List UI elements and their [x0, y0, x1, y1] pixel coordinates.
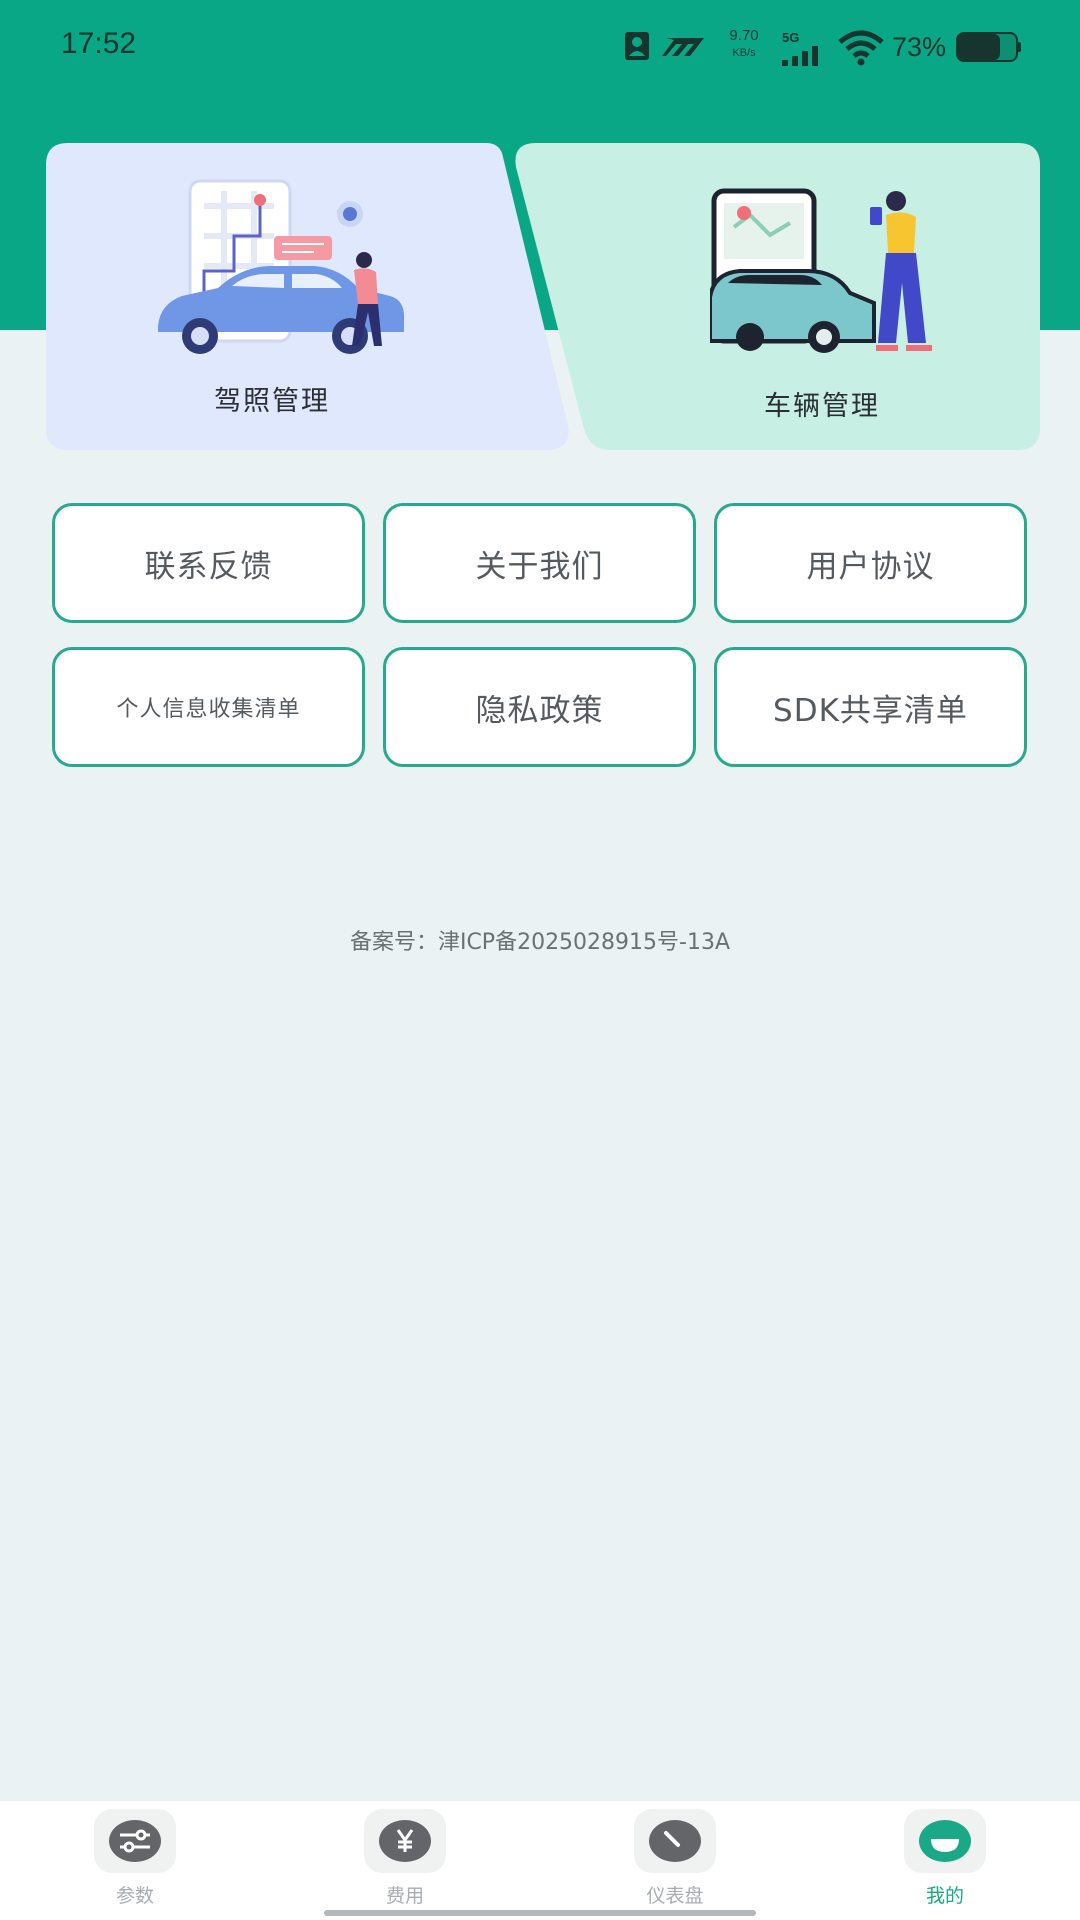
nav-item-params[interactable]: 参数: [75, 1801, 195, 1920]
network-speed: 9.70 KB/s: [716, 28, 772, 59]
bottom-nav: 参数 费用 仪表盘 我的: [0, 1801, 1080, 1920]
profile-icon: [919, 1820, 971, 1862]
contact-card-icon: [625, 32, 649, 60]
status-bar: 17:52 9.70 KB/s 5G 73%: [0, 0, 1080, 95]
status-time: 17:52: [61, 27, 137, 60]
nav-icon-bg: [364, 1809, 446, 1873]
carrier-logo-icon: [662, 38, 704, 56]
vehicle-management-card[interactable]: 车辆管理: [514, 143, 1040, 450]
net-speed-unit: KB/s: [732, 47, 756, 59]
car-navigation-illustration: [158, 179, 404, 354]
user-agreement-button[interactable]: 用户协议: [714, 503, 1027, 623]
icp-record-text[interactable]: 备案号：津ICP备2025028915号-13A: [0, 924, 1080, 956]
gauge-icon: [649, 1820, 701, 1862]
network-type: 5G: [782, 30, 800, 45]
battery-percent: 73%: [892, 32, 947, 62]
feedback-button[interactable]: 联系反馈: [52, 503, 365, 623]
about-us-button[interactable]: 关于我们: [383, 503, 696, 623]
app-page: 17:52 9.70 KB/s 5G 73% 驾照管理 车辆管理 联系反馈 关于…: [0, 0, 1080, 1920]
phone-car-illustration: [710, 188, 932, 353]
nav-item-dashboard[interactable]: 仪表盘: [615, 1801, 735, 1920]
sliders-icon: [109, 1820, 161, 1862]
privacy-policy-button[interactable]: 隐私政策: [383, 647, 696, 767]
home-indicator[interactable]: [324, 1910, 756, 1916]
wifi-icon: [838, 30, 884, 66]
nav-icon-bg: [904, 1809, 986, 1873]
nav-label-params: 参数: [115, 1885, 154, 1907]
nav-icon-bg: [94, 1809, 176, 1873]
nav-icon-bg: [634, 1809, 716, 1873]
yen-icon: [379, 1820, 431, 1862]
license-management-label: 驾照管理: [214, 386, 330, 417]
nav-label-cost: 费用: [385, 1885, 424, 1907]
nav-label-mine: 我的: [925, 1885, 964, 1907]
sdk-share-list-button[interactable]: SDK共享清单: [714, 647, 1027, 767]
nav-label-dashboard: 仪表盘: [646, 1885, 704, 1907]
license-management-card[interactable]: 驾照管理: [46, 143, 572, 450]
nav-item-mine[interactable]: 我的: [885, 1801, 1005, 1920]
vehicle-management-label: 车辆管理: [764, 391, 880, 422]
personal-info-list-button[interactable]: 个人信息收集清单: [52, 647, 365, 767]
signal-bars-icon: [782, 46, 818, 66]
status-icons: 9.70 KB/s 5G 73%: [622, 26, 1032, 70]
nav-item-cost[interactable]: 费用: [345, 1801, 465, 1920]
net-speed-value: 9.70: [729, 27, 759, 44]
battery-icon: [956, 32, 1021, 62]
